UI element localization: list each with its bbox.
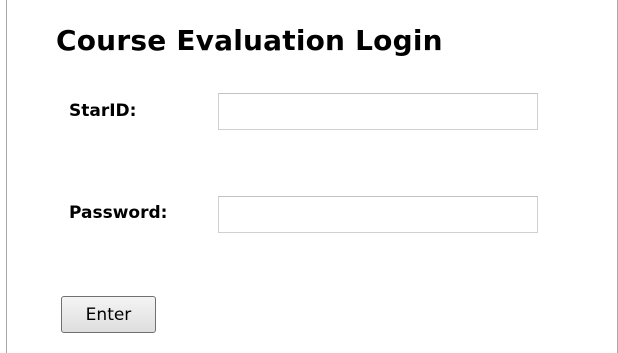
login-panel: Course Evaluation Login StarID: Password… (6, 0, 618, 353)
password-input[interactable] (218, 196, 538, 233)
starid-input[interactable] (218, 93, 538, 130)
page-title: Course Evaluation Login (56, 24, 443, 57)
password-label: Password: (69, 203, 168, 223)
enter-button[interactable]: Enter (61, 296, 156, 333)
starid-label: StarID: (69, 101, 137, 121)
